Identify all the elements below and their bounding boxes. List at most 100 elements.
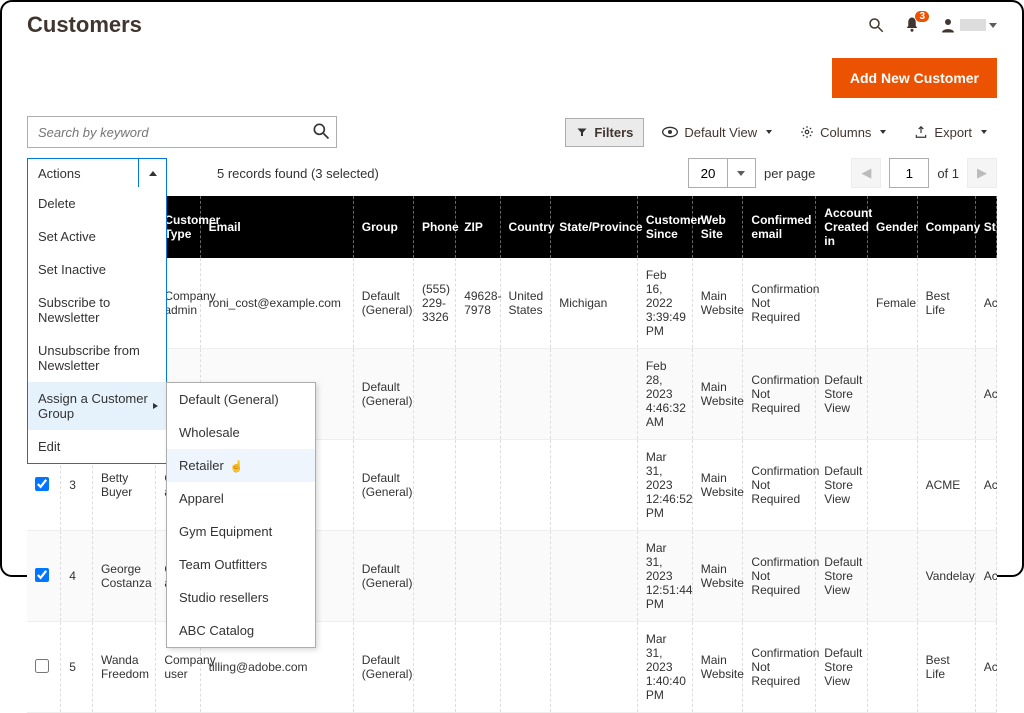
column-header[interactable]: ZIP (456, 196, 500, 258)
export-button[interactable]: Export (904, 118, 997, 147)
actions-menu-item[interactable]: Set Inactive (28, 253, 166, 286)
submenu-item[interactable]: Apparel (167, 482, 315, 515)
cell: Confirmation Not Required (743, 440, 816, 531)
cell (456, 440, 500, 531)
table-row[interactable]: Company adminroni_cost@example.comDefaul… (27, 258, 997, 349)
cell: Main Website (692, 440, 743, 531)
column-header[interactable]: Customer Since (637, 196, 692, 258)
submenu-item[interactable]: Team Outfitters (167, 548, 315, 581)
columns-button[interactable]: Columns (790, 118, 896, 147)
cell: 4 (61, 531, 93, 622)
cell (868, 440, 918, 531)
user-menu[interactable] (939, 16, 997, 34)
prev-page-button[interactable]: ◀ (851, 158, 881, 188)
cell: Michigan (551, 258, 638, 349)
submenu-item[interactable]: Default (General) (167, 383, 315, 416)
cell: Confirmation Not Required (743, 531, 816, 622)
column-header[interactable]: Group (353, 196, 413, 258)
submenu-item[interactable]: ABC Catalog (167, 614, 315, 647)
cell: 5 (61, 622, 93, 713)
column-header[interactable]: Confirmed email (743, 196, 816, 258)
cell: Wanda Freedom (92, 622, 155, 713)
page-of-label: of 1 (937, 166, 959, 181)
cell (500, 440, 551, 531)
cell: 49628-7978 (456, 258, 500, 349)
cell (551, 531, 638, 622)
filters-button[interactable]: Filters (565, 118, 644, 147)
cell (868, 622, 918, 713)
row-checkbox[interactable] (35, 568, 49, 582)
per-page-dropdown[interactable] (728, 158, 756, 188)
cell: Ac (975, 440, 996, 531)
cell: Default (General) (353, 531, 413, 622)
actions-menu-item[interactable]: Edit (28, 430, 166, 463)
eye-icon (662, 126, 678, 138)
cell: ACME (917, 440, 975, 531)
cell (551, 349, 638, 440)
cell (551, 622, 638, 713)
submenu-item[interactable]: Studio resellers (167, 581, 315, 614)
cell (413, 349, 455, 440)
cell: Confirmation Not Required (743, 258, 816, 349)
caret-down-icon (981, 130, 987, 134)
row-checkbox[interactable] (35, 659, 49, 673)
export-icon (914, 125, 928, 139)
actions-menu: DeleteSet ActiveSet InactiveSubscribe to… (27, 187, 167, 464)
notification-count: 3 (915, 11, 929, 22)
cell: Best Life (917, 622, 975, 713)
cell: United States (500, 258, 551, 349)
cell: Main Website (692, 622, 743, 713)
actions-menu-item[interactable]: Subscribe to Newsletter (28, 286, 166, 334)
per-page-input[interactable] (688, 158, 728, 188)
default-view-button[interactable]: Default View (652, 118, 782, 147)
cell: Default (General) (353, 349, 413, 440)
cell: Default (General) (353, 440, 413, 531)
submenu-item[interactable]: Retailer ☝ (167, 449, 315, 482)
cell: Default (General) (353, 258, 413, 349)
cell: George Costanza (92, 531, 155, 622)
column-header[interactable]: Gender (868, 196, 918, 258)
column-header[interactable]: Phone (413, 196, 455, 258)
cell (413, 622, 455, 713)
search-input[interactable] (27, 116, 337, 148)
cell: Best Life (917, 258, 975, 349)
cell: Mar 31, 2023 12:46:52 PM (637, 440, 692, 531)
chevron-up-icon (149, 171, 157, 176)
cell: Mar 31, 2023 1:40:40 PM (637, 622, 692, 713)
submenu-item[interactable]: Wholesale (167, 416, 315, 449)
cell (551, 440, 638, 531)
search-icon[interactable] (867, 16, 885, 34)
current-page-input[interactable] (889, 158, 929, 188)
add-new-customer-button[interactable]: Add New Customer (832, 58, 997, 98)
notification-icon[interactable]: 3 (903, 16, 921, 34)
column-header[interactable]: Web Site (692, 196, 743, 258)
search-submit-icon[interactable] (311, 121, 331, 141)
row-checkbox[interactable] (35, 477, 49, 491)
actions-menu-item[interactable]: Unsubscribe from Newsletter (28, 334, 166, 382)
actions-menu-item[interactable]: Assign a Customer GroupDefault (General)… (28, 382, 166, 430)
column-header[interactable]: Country (500, 196, 551, 258)
cell: Female (868, 258, 918, 349)
column-header[interactable]: State/Province (551, 196, 638, 258)
cell (500, 531, 551, 622)
page-title: Customers (27, 12, 142, 38)
column-header[interactable]: Company (917, 196, 975, 258)
next-page-button[interactable]: ▶ (967, 158, 997, 188)
actions-menu-item[interactable]: Set Active (28, 220, 166, 253)
cell (27, 622, 61, 713)
cell: roni_cost@example.com (200, 258, 353, 349)
submenu-item[interactable]: Gym Equipment (167, 515, 315, 548)
cell: Feb 28, 2023 4:46:32 AM (637, 349, 692, 440)
cell (868, 531, 918, 622)
cell: Confirmation Not Required (743, 349, 816, 440)
actions-dropdown[interactable]: Actions (27, 158, 167, 188)
column-header[interactable]: Email (200, 196, 353, 258)
cell: Ac (975, 258, 996, 349)
cell: Default Store View (816, 349, 868, 440)
cell: Default Store View (816, 531, 868, 622)
cell: Ac (975, 349, 996, 440)
column-header[interactable]: Account Created in (816, 196, 868, 258)
cell (816, 258, 868, 349)
actions-menu-item[interactable]: Delete (28, 187, 166, 220)
cell (456, 531, 500, 622)
